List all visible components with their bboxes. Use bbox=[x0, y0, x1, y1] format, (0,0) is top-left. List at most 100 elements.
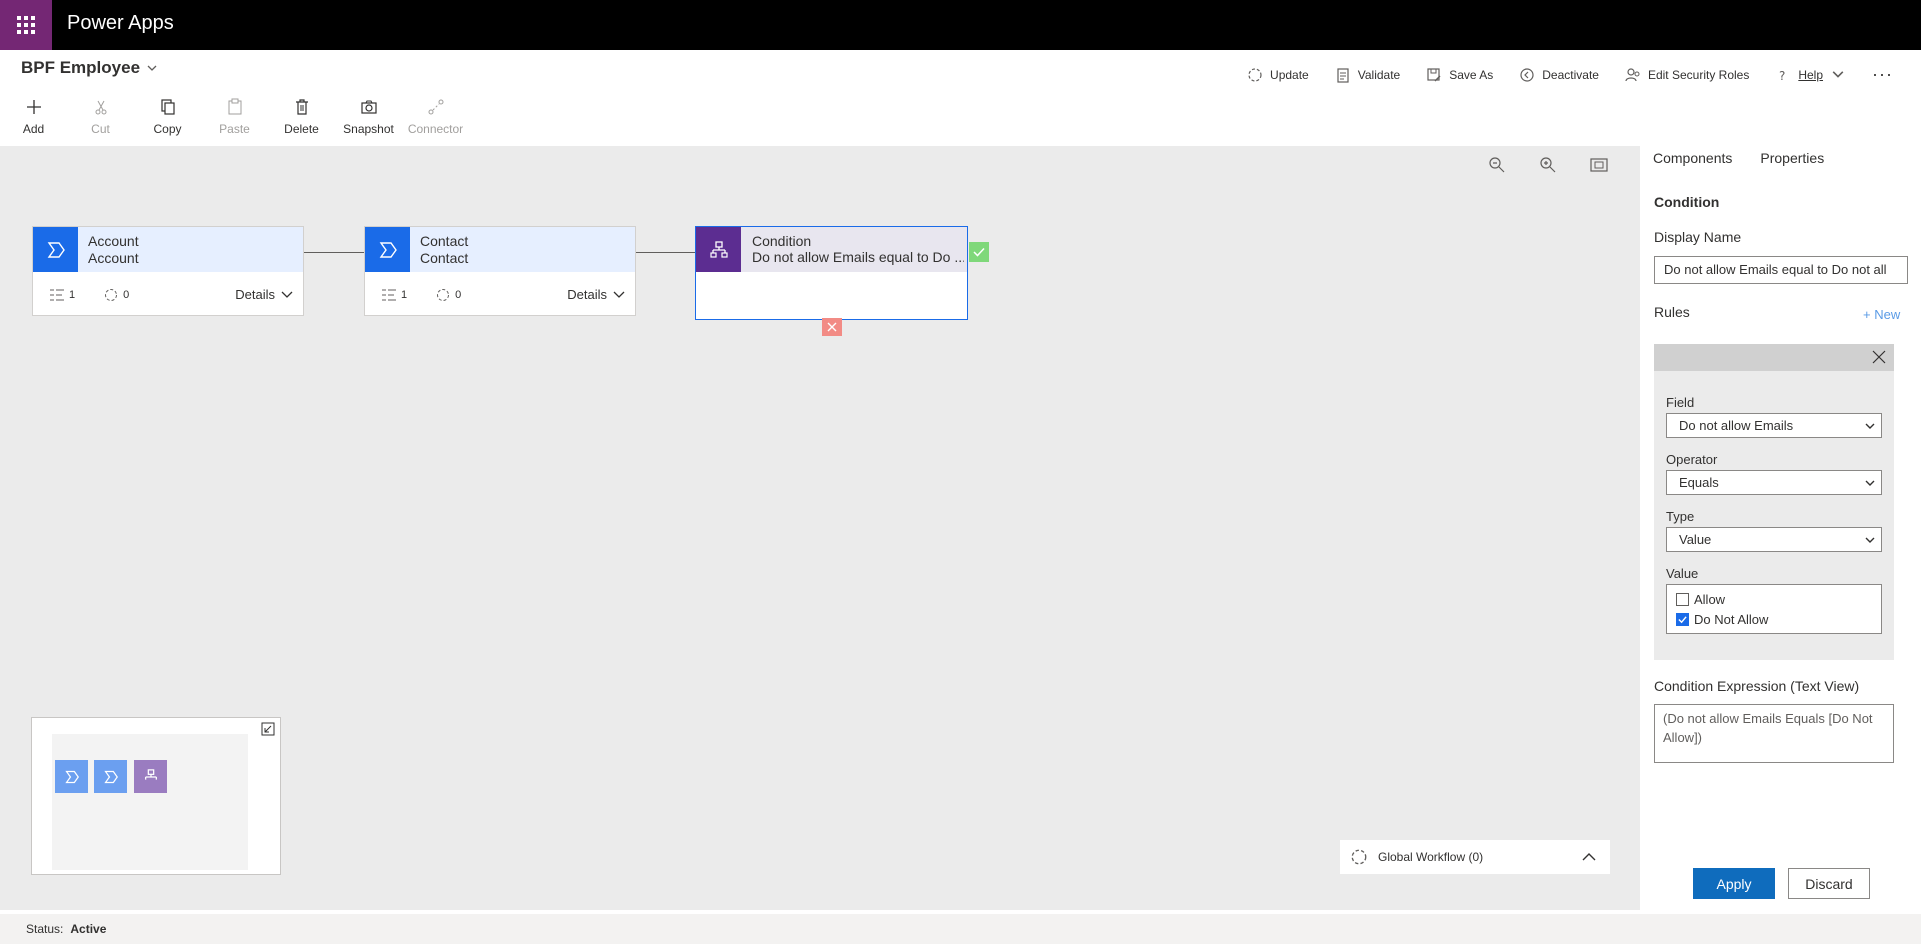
clipboard-icon bbox=[1337, 67, 1349, 83]
fit-screen-icon bbox=[1590, 158, 1608, 172]
right-commands: Update Validate Save As Deactivate Edit … bbox=[1247, 64, 1893, 85]
zoom-out-icon bbox=[1489, 157, 1505, 173]
cut-button[interactable]: Cut bbox=[67, 98, 134, 136]
help-button[interactable]: ? Help bbox=[1775, 67, 1846, 83]
snapshot-label: Snapshot bbox=[343, 122, 394, 136]
operator-label: Operator bbox=[1666, 452, 1718, 467]
section-title: Condition bbox=[1654, 194, 1720, 210]
zoom-in-icon bbox=[1540, 157, 1556, 173]
scissors-icon bbox=[95, 100, 106, 115]
chevron-down-icon bbox=[1865, 480, 1875, 486]
paste-button[interactable]: Paste bbox=[201, 98, 268, 136]
stage-chevron-icon bbox=[365, 227, 410, 272]
save-as-icon bbox=[1427, 67, 1441, 81]
condition-false-branch[interactable] bbox=[822, 318, 842, 336]
option-allow-label: Allow bbox=[1694, 592, 1726, 607]
expression-label: Condition Expression (Text View) bbox=[1654, 678, 1860, 694]
chevron-down-icon bbox=[1865, 537, 1875, 543]
update-button[interactable]: Update bbox=[1247, 67, 1309, 83]
option-allow[interactable]: Allow bbox=[1676, 592, 1725, 607]
snapshot-button[interactable]: Snapshot bbox=[335, 98, 402, 136]
stage-chevron-icon bbox=[33, 227, 78, 272]
close-icon bbox=[827, 322, 837, 332]
new-rule-link[interactable]: + New bbox=[1863, 307, 1900, 322]
trash-icon bbox=[295, 99, 308, 115]
expression-textarea[interactable]: (Do not allow Emails Equals [Do Not Allo… bbox=[1654, 704, 1894, 763]
chevron-down-icon bbox=[281, 291, 293, 298]
tab-properties[interactable]: Properties bbox=[1760, 150, 1824, 166]
deactivate-icon bbox=[1520, 67, 1534, 82]
checkbox-allow[interactable] bbox=[1676, 593, 1689, 606]
value-options: Allow Do Not Allow bbox=[1666, 584, 1882, 634]
close-icon[interactable] bbox=[1872, 350, 1886, 364]
tab-components[interactable]: Components bbox=[1653, 150, 1732, 166]
save-as-button[interactable]: Save As bbox=[1426, 67, 1493, 83]
validate-button[interactable]: Validate bbox=[1335, 67, 1400, 83]
details-toggle[interactable]: Details bbox=[567, 287, 625, 302]
add-button[interactable]: Add bbox=[0, 98, 67, 136]
stage-connector bbox=[303, 252, 365, 253]
fit-to-screen-button[interactable] bbox=[1590, 156, 1608, 174]
status-bar: Status: Active bbox=[0, 914, 1921, 944]
details-label: Details bbox=[567, 287, 607, 302]
display-name-input[interactable]: Do not allow Emails equal to Do not all bbox=[1654, 256, 1908, 284]
copy-button[interactable]: Copy bbox=[134, 98, 201, 136]
condition-true-branch[interactable] bbox=[969, 242, 989, 262]
operator-select[interactable]: Equals bbox=[1666, 470, 1882, 495]
details-toggle[interactable]: Details bbox=[235, 287, 293, 302]
checkbox-do-not-allow[interactable] bbox=[1676, 613, 1689, 626]
chevron-up-icon[interactable] bbox=[1580, 848, 1598, 866]
condition-card[interactable]: Condition Do not allow Emails equal to D… bbox=[695, 226, 968, 320]
panel-tabs: Components Properties bbox=[1653, 150, 1824, 166]
toolbar: Add Cut Copy Paste Delete Snapshot Conne… bbox=[0, 98, 469, 136]
more-options-icon[interactable]: ··· bbox=[1872, 64, 1893, 85]
copy-icon bbox=[160, 99, 175, 115]
checkmark-icon bbox=[1678, 616, 1687, 624]
deactivate-button[interactable]: Deactivate bbox=[1519, 67, 1599, 83]
steps-icon bbox=[382, 289, 396, 301]
display-name-label: Display Name bbox=[1654, 229, 1742, 245]
minimap[interactable] bbox=[31, 717, 281, 875]
global-workflow-bar[interactable]: Global Workflow (0) bbox=[1340, 840, 1610, 874]
process-canvas[interactable]: Account Account 1 0 Details Contact Cont… bbox=[0, 146, 1640, 910]
add-label: Add bbox=[22, 122, 45, 136]
type-value: Value bbox=[1679, 532, 1712, 547]
minimap-condition-icon bbox=[134, 760, 167, 793]
type-label: Type bbox=[1666, 509, 1695, 524]
cut-label: Cut bbox=[91, 122, 110, 136]
option-do-not-allow[interactable]: Do Not Allow bbox=[1676, 612, 1768, 627]
status-value: Active bbox=[70, 922, 107, 936]
app-launcher-button[interactable] bbox=[0, 0, 52, 50]
apply-button[interactable]: Apply bbox=[1693, 868, 1775, 899]
value-label: Value bbox=[1666, 566, 1699, 581]
edit-security-roles-button[interactable]: Edit Security Roles bbox=[1625, 67, 1749, 83]
rule-card: Field Do not allow Emails Operator Equal… bbox=[1654, 344, 1894, 660]
steps-count: 1 bbox=[69, 289, 76, 301]
update-label: Update bbox=[1270, 67, 1309, 82]
details-label: Details bbox=[235, 287, 275, 302]
field-select[interactable]: Do not allow Emails bbox=[1666, 413, 1882, 438]
delete-button[interactable]: Delete bbox=[268, 98, 335, 136]
stage-connector bbox=[635, 252, 695, 253]
stage-card-account[interactable]: Account Account 1 0 Details bbox=[32, 226, 304, 316]
zoom-out-button[interactable] bbox=[1488, 156, 1506, 174]
connector-button[interactable]: Connector bbox=[402, 98, 469, 136]
stage-entity: Contact bbox=[420, 250, 469, 266]
deactivate-label: Deactivate bbox=[1542, 67, 1599, 82]
minimap-viewport bbox=[52, 734, 248, 870]
plus-icon bbox=[26, 100, 41, 114]
process-name-dropdown[interactable]: BPF Employee bbox=[21, 58, 158, 78]
zoom-in-button[interactable] bbox=[1539, 156, 1557, 174]
discard-button[interactable]: Discard bbox=[1788, 868, 1870, 899]
stage-card-contact[interactable]: Contact Contact 1 0 Details bbox=[364, 226, 636, 316]
condition-subtitle: Do not allow Emails equal to Do ... bbox=[752, 249, 964, 265]
condition-branch-icon bbox=[696, 227, 741, 272]
operator-value: Equals bbox=[1679, 475, 1719, 490]
help-icon: ? bbox=[1779, 69, 1785, 83]
chevron-down-icon bbox=[1865, 423, 1875, 429]
waffle-icon bbox=[17, 16, 35, 34]
collapse-minimap-icon[interactable] bbox=[261, 722, 275, 736]
refresh-icon bbox=[1248, 67, 1262, 82]
type-select[interactable]: Value bbox=[1666, 527, 1882, 552]
workflow-count: 0 bbox=[455, 289, 462, 301]
